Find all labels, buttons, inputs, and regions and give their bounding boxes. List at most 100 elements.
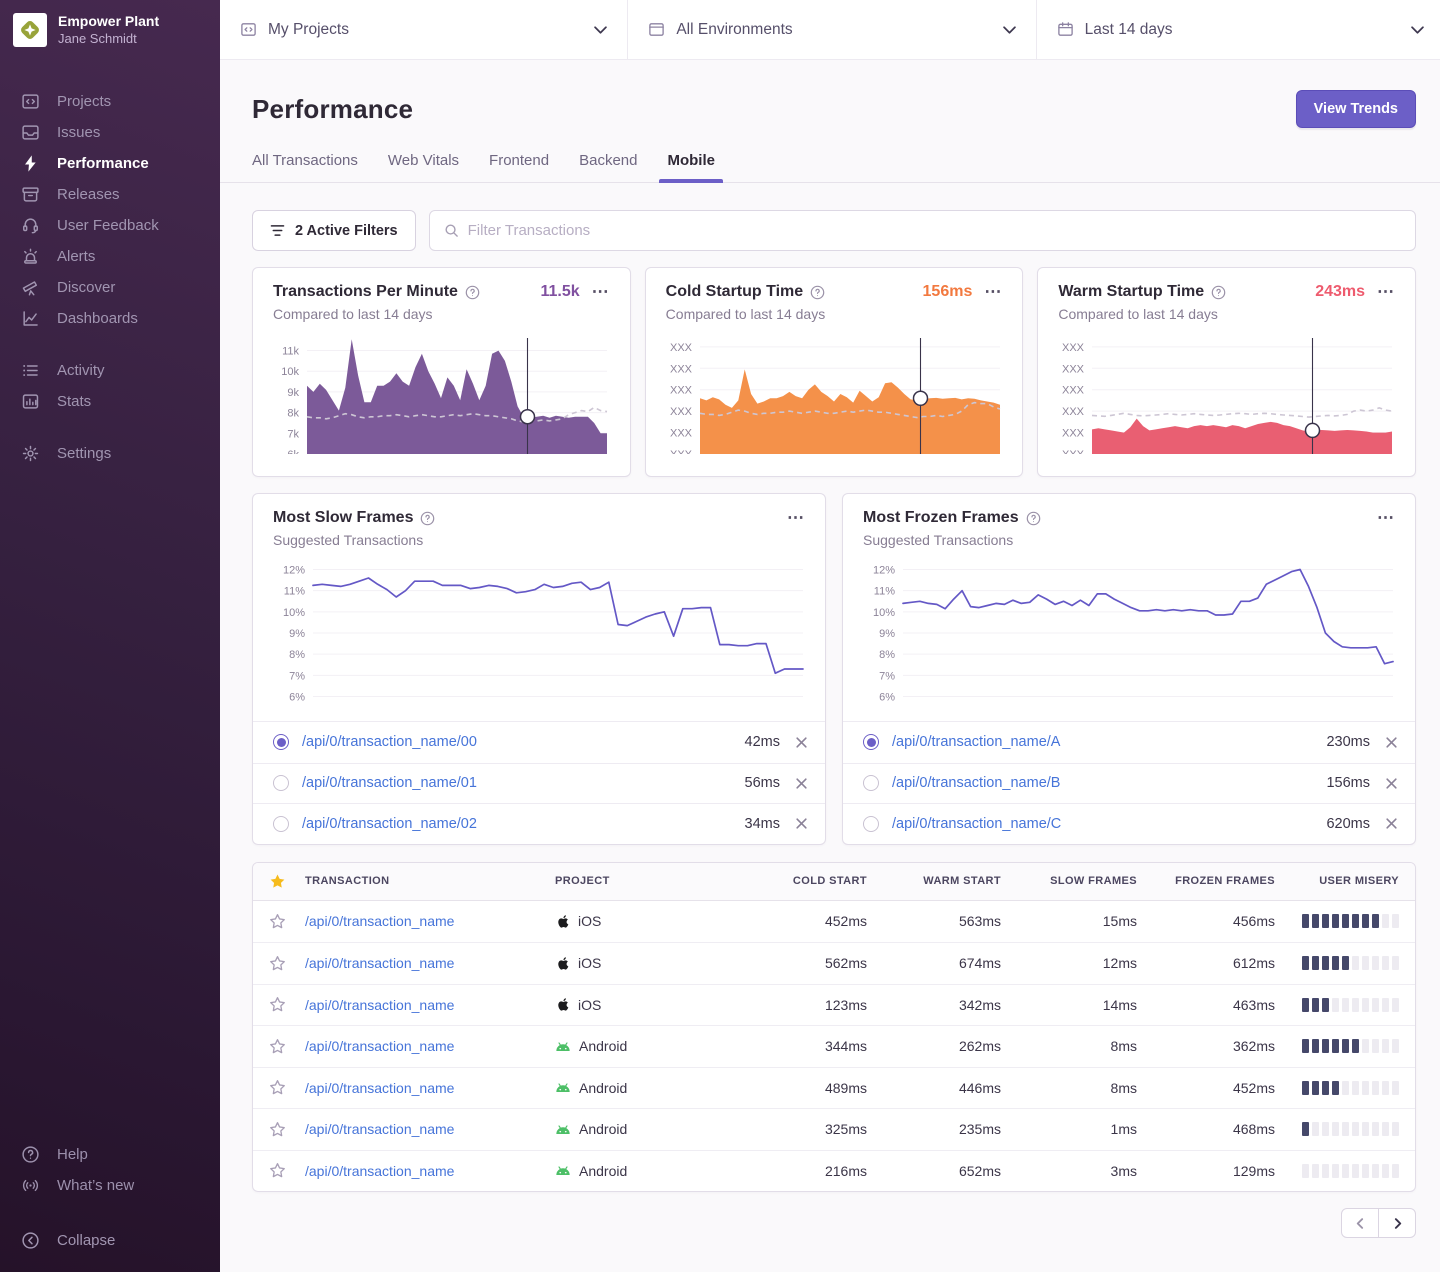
- radio-button[interactable]: [273, 816, 289, 832]
- question-info-icon[interactable]: [1211, 285, 1226, 300]
- tab-mobile[interactable]: Mobile: [667, 152, 715, 182]
- project-selector[interactable]: My Projects: [220, 0, 627, 59]
- panel-subtitle: Suggested Transactions: [863, 532, 1395, 548]
- tab-backend[interactable]: Backend: [579, 152, 637, 182]
- svg-text:9%: 9%: [289, 628, 305, 640]
- sidebar-collapse[interactable]: Collapse: [0, 1225, 220, 1256]
- search-input[interactable]: [468, 222, 1401, 239]
- sidebar-item-user-feedback[interactable]: User Feedback: [0, 210, 220, 241]
- card-cold-startup-time: Cold Startup Time 156ms ⋯ Compared to la…: [645, 267, 1024, 477]
- tpm-chart[interactable]: 11k10k9k8k7k6k: [273, 334, 610, 459]
- environment-selector[interactable]: All Environments: [627, 0, 1035, 59]
- radio-button[interactable]: [863, 775, 879, 791]
- sidebar-item-label: Dashboards: [57, 310, 138, 327]
- radio-button[interactable]: [273, 734, 289, 750]
- transaction-link[interactable]: /api/0/transaction_name/B: [892, 775, 1326, 791]
- projects-icon: [240, 21, 257, 38]
- star-outline-icon[interactable]: [269, 955, 305, 972]
- sidebar-item-help[interactable]: Help: [0, 1139, 220, 1170]
- close-icon[interactable]: [795, 736, 808, 749]
- tab-frontend[interactable]: Frontend: [489, 152, 549, 182]
- transaction-link[interactable]: /api/0/transaction_name/A: [892, 734, 1326, 750]
- cold-startup-chart[interactable]: XXXXXXXXXXXXXXXXXX: [666, 334, 1003, 459]
- card-value: 11.5k: [541, 283, 580, 301]
- sidebar-item-whats-new[interactable]: What’s new: [0, 1170, 220, 1201]
- sidebar-item-stats[interactable]: Stats: [0, 386, 220, 417]
- page-header: Performance View Trends All Transactions…: [220, 60, 1440, 183]
- sidebar-item-label: Alerts: [57, 248, 95, 265]
- transaction-link[interactable]: /api/0/transaction_name/01: [302, 775, 745, 791]
- next-page-button[interactable]: [1378, 1208, 1416, 1238]
- svg-text:XXX: XXX: [670, 428, 693, 440]
- more-options-icon[interactable]: ⋯: [787, 513, 805, 523]
- star-outline-icon[interactable]: [269, 1121, 305, 1138]
- svg-text:10%: 10%: [873, 607, 895, 619]
- cold-start-value: 216ms: [733, 1163, 867, 1179]
- transaction-link[interactable]: /api/0/transaction_name: [305, 955, 555, 971]
- transaction-link[interactable]: /api/0/transaction_name/00: [302, 734, 745, 750]
- sidebar-item-issues[interactable]: Issues: [0, 117, 220, 148]
- transaction-link[interactable]: /api/0/transaction_name: [305, 1038, 555, 1054]
- view-trends-button[interactable]: View Trends: [1296, 90, 1416, 128]
- warm-startup-chart[interactable]: XXXXXXXXXXXXXXXXXX: [1058, 334, 1395, 459]
- star-outline-icon[interactable]: [269, 1038, 305, 1055]
- more-options-icon[interactable]: ⋯: [984, 287, 1002, 297]
- radio-button[interactable]: [863, 816, 879, 832]
- star-outline-icon[interactable]: [269, 996, 305, 1013]
- table-row: /api/0/transaction_nameAndroid489ms446ms…: [253, 1067, 1415, 1109]
- sidebar-item-alerts[interactable]: Alerts: [0, 241, 220, 272]
- settings-icon: [21, 444, 40, 463]
- transaction-link[interactable]: /api/0/transaction_name: [305, 913, 555, 929]
- tab-web-vitals[interactable]: Web Vitals: [388, 152, 459, 182]
- star-outline-icon[interactable]: [269, 1162, 305, 1179]
- frozen-frames-value: 452ms: [1137, 1080, 1275, 1096]
- transaction-link[interactable]: /api/0/transaction_name: [305, 997, 555, 1013]
- close-icon[interactable]: [795, 817, 808, 830]
- transaction-link[interactable]: /api/0/transaction_name/02: [302, 816, 745, 832]
- close-icon[interactable]: [1385, 736, 1398, 749]
- transaction-link[interactable]: /api/0/transaction_name: [305, 1163, 555, 1179]
- list-item: /api/0/transaction_name/0042ms: [253, 722, 825, 763]
- frozen-frames-chart[interactable]: 12%11%10%9%8%7%6%: [863, 560, 1395, 711]
- org-switcher[interactable]: Empower Plant Jane Schmidt: [0, 0, 220, 60]
- question-info-icon[interactable]: [810, 285, 825, 300]
- transaction-link[interactable]: /api/0/transaction_name: [305, 1121, 555, 1137]
- star-outline-icon[interactable]: [269, 913, 305, 930]
- sidebar-item-performance[interactable]: Performance: [0, 148, 220, 179]
- date-range-selector[interactable]: Last 14 days: [1036, 0, 1440, 59]
- tab-all-transactions[interactable]: All Transactions: [252, 152, 358, 182]
- platform-label: Android: [579, 1080, 627, 1096]
- svg-text:XXX: XXX: [670, 406, 693, 418]
- column-header: WARM START: [867, 875, 1001, 887]
- calendar-icon: [1057, 21, 1074, 38]
- previous-page-button[interactable]: [1341, 1208, 1379, 1238]
- close-icon[interactable]: [1385, 777, 1398, 790]
- svg-text:12%: 12%: [283, 565, 305, 577]
- cold-start-value: 562ms: [733, 955, 867, 971]
- sidebar-item-activity[interactable]: Activity: [0, 355, 220, 386]
- radio-button[interactable]: [863, 734, 879, 750]
- radio-button[interactable]: [273, 775, 289, 791]
- slow-frames-chart[interactable]: 12%11%10%9%8%7%6%: [273, 560, 805, 711]
- question-info-icon[interactable]: [420, 511, 435, 526]
- question-info-icon[interactable]: [465, 285, 480, 300]
- frozen-frames-value: 463ms: [1137, 997, 1275, 1013]
- sidebar-item-projects[interactable]: Projects: [0, 86, 220, 117]
- svg-text:6k: 6k: [287, 449, 299, 454]
- more-options-icon[interactable]: ⋯: [1377, 513, 1395, 523]
- sidebar-item-discover[interactable]: Discover: [0, 272, 220, 303]
- star-filled-icon[interactable]: [269, 873, 305, 890]
- close-icon[interactable]: [1385, 817, 1398, 830]
- sidebar-item-releases[interactable]: Releases: [0, 179, 220, 210]
- transaction-link[interactable]: /api/0/transaction_name: [305, 1080, 555, 1096]
- question-info-icon[interactable]: [1026, 511, 1041, 526]
- more-options-icon[interactable]: ⋯: [592, 287, 610, 297]
- transaction-link[interactable]: /api/0/transaction_name/C: [892, 816, 1326, 832]
- close-icon[interactable]: [795, 777, 808, 790]
- more-options-icon[interactable]: ⋯: [1377, 287, 1395, 297]
- sidebar-item-dashboards[interactable]: Dashboards: [0, 303, 220, 334]
- star-outline-icon[interactable]: [269, 1079, 305, 1096]
- active-filters-button[interactable]: 2 Active Filters: [252, 210, 416, 251]
- sidebar-item-settings[interactable]: Settings: [0, 438, 220, 469]
- svg-text:7%: 7%: [289, 670, 305, 682]
